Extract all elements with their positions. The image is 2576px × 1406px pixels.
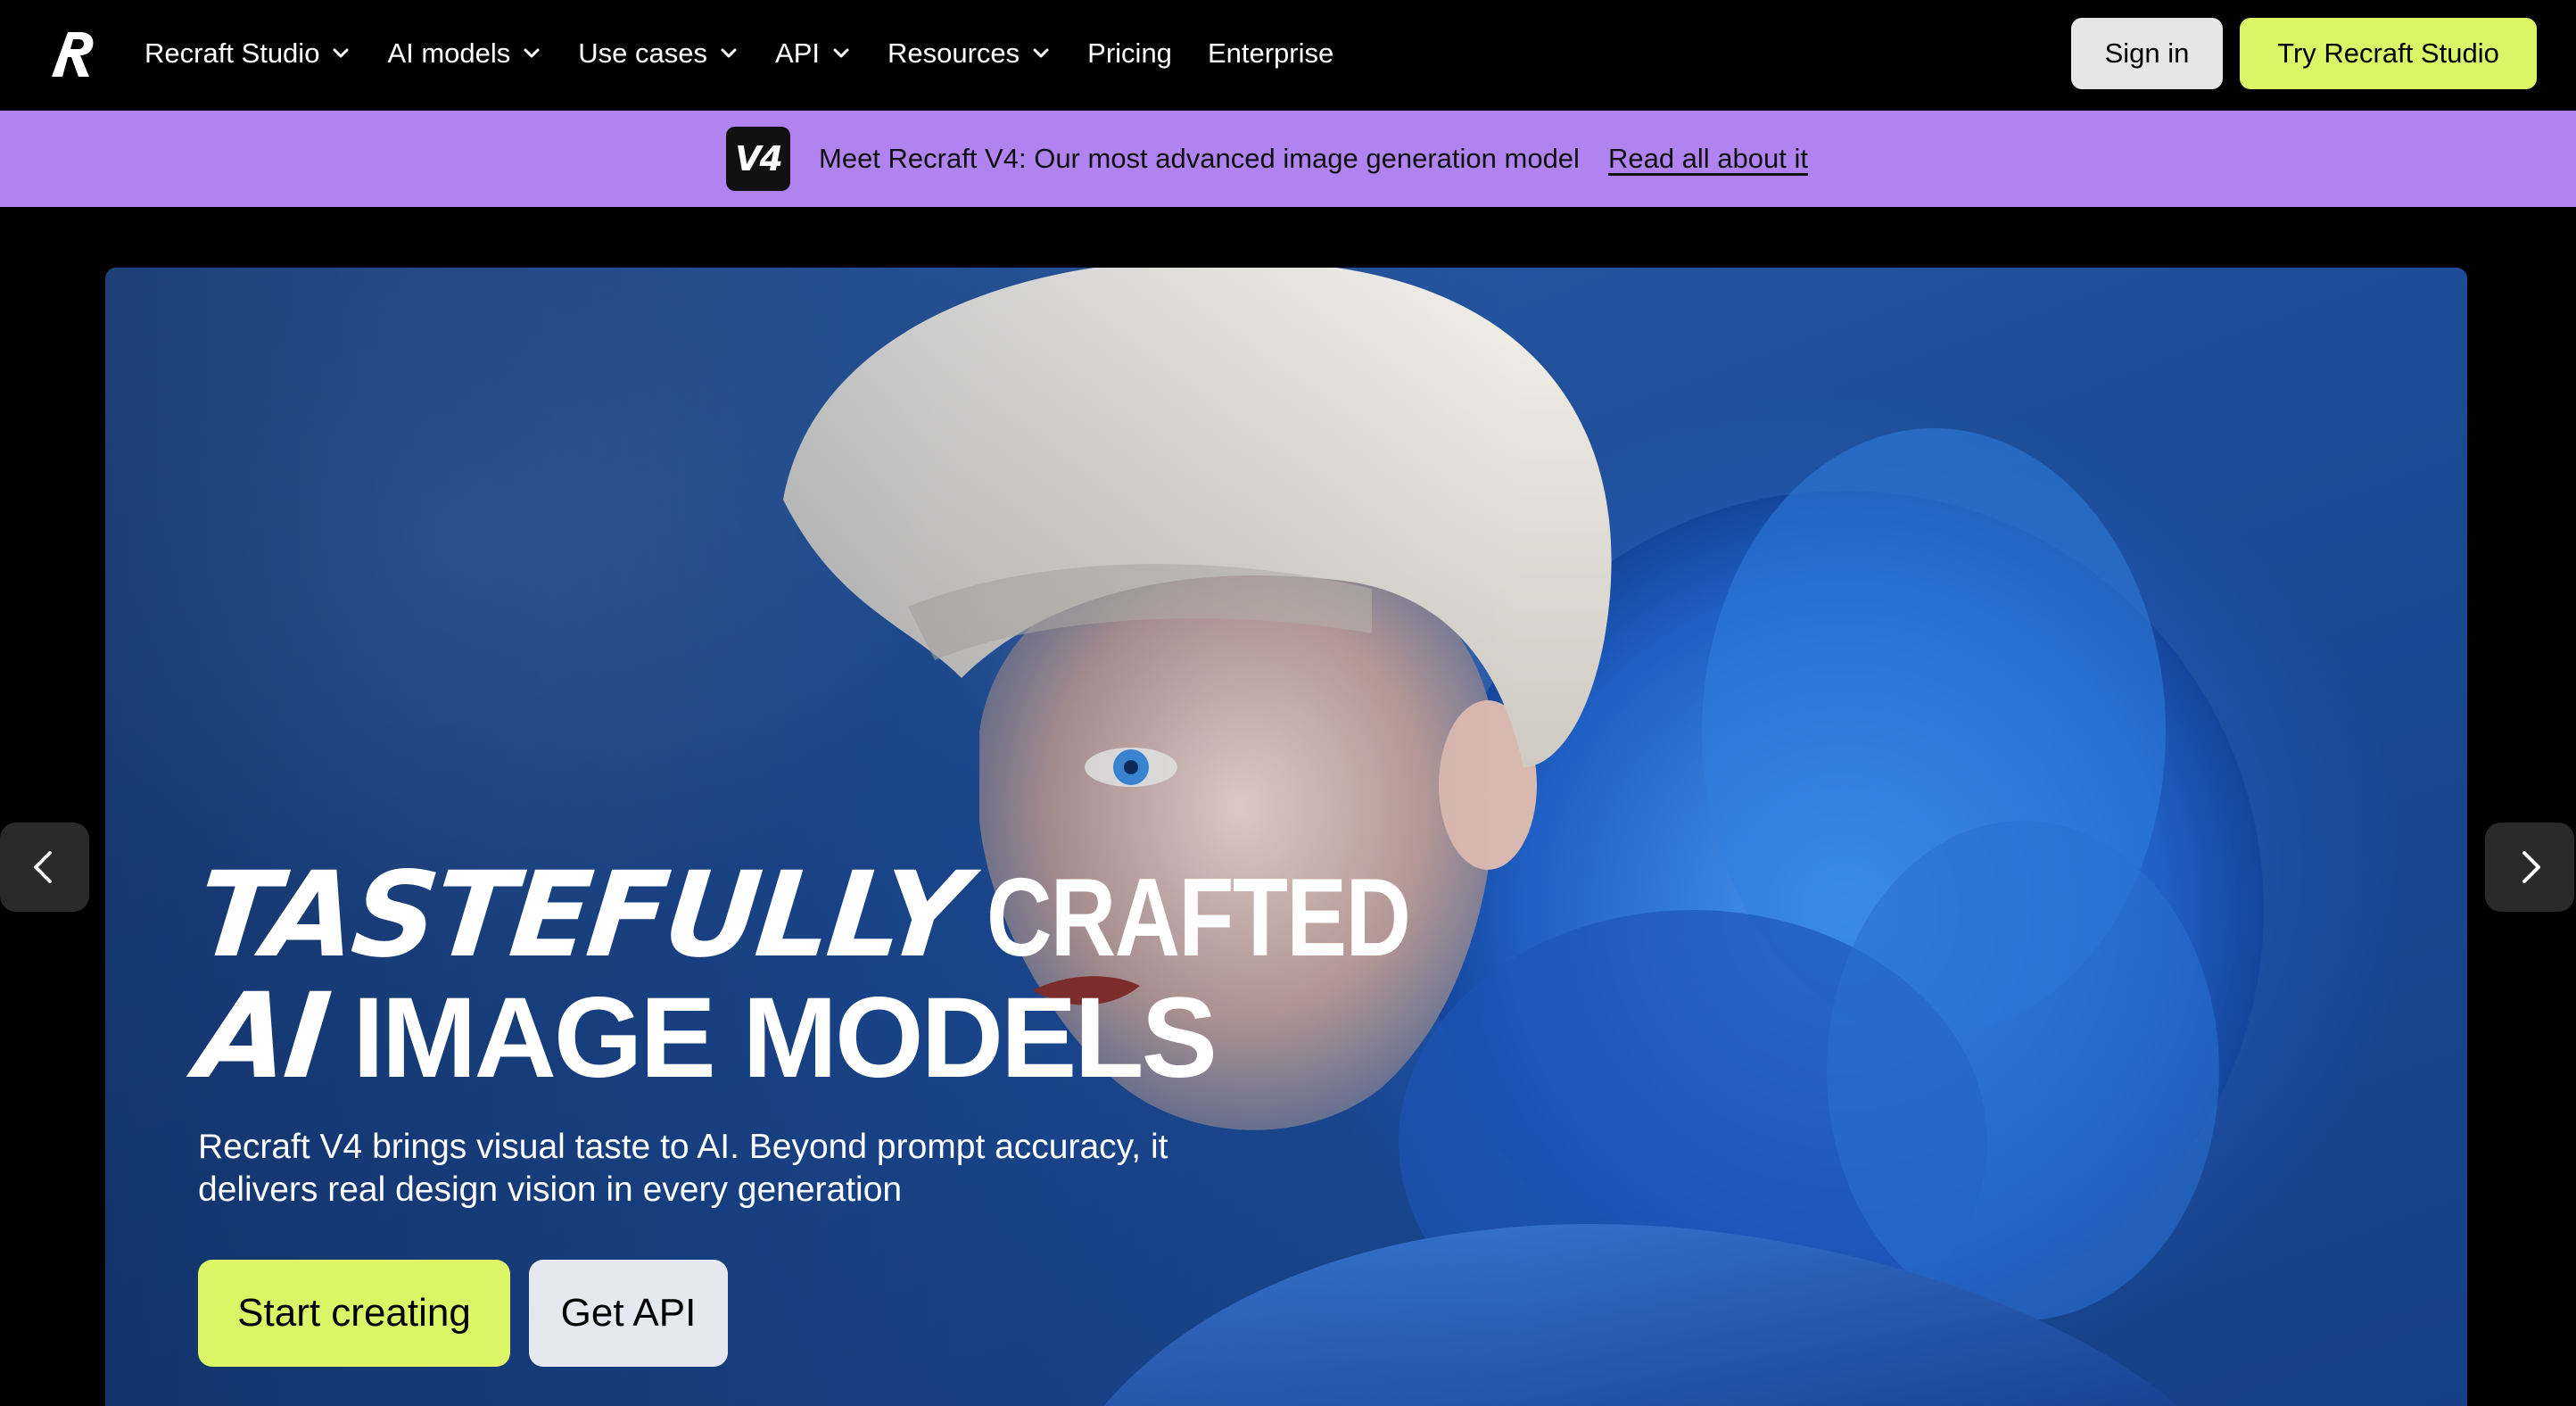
hero-section: TASTEFULLY CRAFTED AI IMAGE MODELS xyxy=(105,268,2467,1406)
banner-text: Meet Recraft V4: Our most advanced image… xyxy=(819,143,1580,174)
chevron-down-icon xyxy=(833,48,849,58)
main-menu: Recraft Studio AI models Use cases API R… xyxy=(144,0,1369,107)
hero-subtitle: Recraft V4 brings visual taste to AI. Be… xyxy=(198,1128,1168,1209)
chevron-down-icon xyxy=(1033,48,1049,58)
menu-label: Pricing xyxy=(1087,37,1172,69)
menu-enterprise[interactable]: Enterprise xyxy=(1208,37,1333,70)
chevron-down-icon xyxy=(524,48,540,58)
menu-label: API xyxy=(775,37,820,69)
chevron-down-icon xyxy=(333,48,349,58)
hero-headline: TASTEFULLY CRAFTED AI IMAGE MODELS xyxy=(191,847,1502,1105)
sign-in-button[interactable]: Sign in xyxy=(2071,18,2223,89)
carousel-next-button[interactable] xyxy=(2485,823,2574,912)
read-all-about-it-link[interactable]: Read all about it xyxy=(1608,143,1808,175)
chevron-down-icon xyxy=(721,48,737,58)
chevron-left-icon xyxy=(34,851,52,883)
menu-label: AI models xyxy=(387,37,511,69)
start-creating-button[interactable]: Start creating xyxy=(198,1260,510,1367)
hero-shade-overlay xyxy=(105,268,2467,1406)
headline-word-crafted: CRAFTED xyxy=(986,856,1411,980)
headline-word-ai: AI xyxy=(190,968,334,1105)
carousel-prev-button[interactable] xyxy=(0,823,89,912)
recraft-logo-icon[interactable] xyxy=(45,25,102,82)
menu-ai-models[interactable]: AI models xyxy=(387,37,542,70)
headline-words-image-models: IMAGE MODELS xyxy=(352,974,1218,1102)
menu-recraft-studio[interactable]: Recraft Studio xyxy=(144,37,351,70)
menu-label: Recraft Studio xyxy=(144,37,320,69)
headline-line-1: TASTEFULLY CRAFTED xyxy=(191,847,1502,984)
menu-pricing[interactable]: Pricing xyxy=(1087,37,1172,70)
announcement-banner: V4 Meet Recraft V4: Our most advanced im… xyxy=(0,111,2576,207)
menu-label: Enterprise xyxy=(1207,37,1334,69)
menu-api[interactable]: API xyxy=(775,37,852,70)
try-recraft-studio-button[interactable]: Try Recraft Studio xyxy=(2240,18,2537,89)
get-api-button[interactable]: Get API xyxy=(529,1260,728,1367)
menu-use-cases[interactable]: Use cases xyxy=(578,37,739,70)
v4-badge-icon: V4 xyxy=(726,127,790,191)
headline-word-tastefully: TASTEFULLY xyxy=(190,847,970,984)
menu-label: Resources xyxy=(887,37,1020,69)
top-navigation: Recraft Studio AI models Use cases API R… xyxy=(0,0,2576,111)
chevron-right-icon xyxy=(2522,851,2540,883)
menu-resources[interactable]: Resources xyxy=(888,37,1052,70)
banner-content: V4 Meet Recraft V4: Our most advanced im… xyxy=(726,127,1808,191)
headline-line-2: AI IMAGE MODELS xyxy=(191,968,1502,1105)
menu-label: Use cases xyxy=(578,37,708,69)
